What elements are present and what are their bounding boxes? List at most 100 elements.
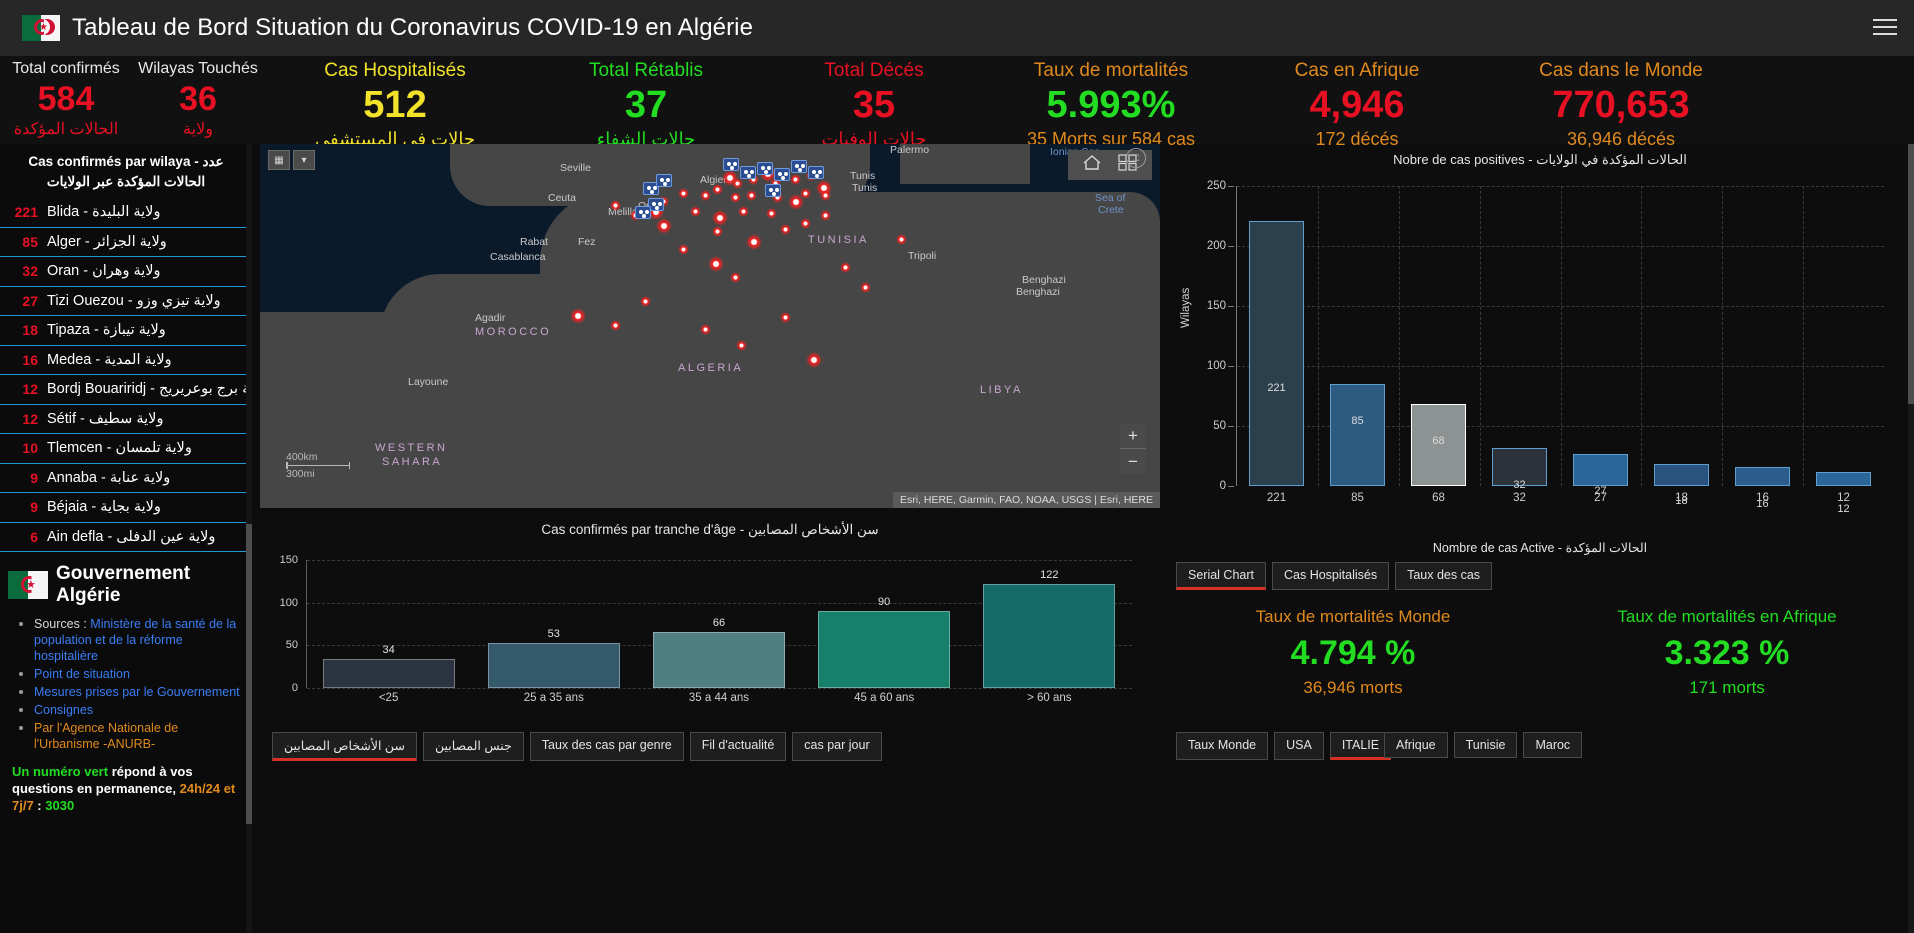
- age-chart-bar-group[interactable]: 122: [983, 560, 1116, 688]
- africa-rate-tabs[interactable]: Afrique Tunisie Maroc: [1384, 732, 1583, 758]
- wilaya-chart-bar-group[interactable]: 221: [1236, 186, 1317, 486]
- map-case-dot[interactable]: [656, 218, 672, 234]
- map-case-dot[interactable]: [840, 262, 851, 273]
- map-case-dot[interactable]: [790, 174, 801, 185]
- map-case-dot[interactable]: [610, 200, 621, 211]
- wilaya-chart-tab[interactable]: Taux des cas: [1395, 562, 1493, 590]
- government-link-item[interactable]: Consignes: [34, 702, 246, 718]
- age-chart-bar[interactable]: [487, 642, 620, 688]
- map-case-dot[interactable]: [570, 308, 586, 324]
- age-chart-bar[interactable]: [983, 583, 1116, 688]
- map-case-dot[interactable]: [712, 184, 723, 195]
- map-case-dot[interactable]: [738, 206, 749, 217]
- map-cluster-marker[interactable]: [740, 166, 756, 179]
- map-cluster-marker[interactable]: [723, 158, 739, 171]
- wilaya-list-item[interactable]: 85 Alger - ولاية الجزائر: [0, 228, 252, 257]
- wilaya-chart-bar-group[interactable]: 27: [1560, 186, 1641, 497]
- age-chart-bar[interactable]: [818, 611, 951, 688]
- map-case-dot[interactable]: [896, 234, 907, 245]
- map-case-dot[interactable]: [730, 192, 741, 203]
- wilaya-chart-bar-group[interactable]: 12: [1803, 186, 1884, 515]
- home-icon[interactable]: [1082, 154, 1102, 176]
- wilaya-list-item[interactable]: 9 Béjaia - ولاية بجاية: [0, 493, 252, 523]
- wilaya-chart-bar-group[interactable]: 68: [1398, 186, 1479, 486]
- age-chart-tab[interactable]: سن الأشخاص المصابين: [272, 732, 417, 761]
- map-case-dot[interactable]: [678, 188, 689, 199]
- government-link[interactable]: Par l'Agence Nationale de l'Urbanisme -A…: [34, 721, 178, 751]
- wilaya-list-item[interactable]: 12 Sétif - ولاية سطيف: [0, 405, 252, 434]
- wilaya-chart-tab[interactable]: Cas Hospitalisés: [1272, 562, 1390, 590]
- map-toolbar-right[interactable]: ⛶: [1068, 148, 1152, 180]
- map-case-dot[interactable]: [700, 190, 711, 201]
- map-case-dot[interactable]: [708, 256, 724, 272]
- map-toolbar-left[interactable]: ▦ ▾: [268, 150, 315, 170]
- age-chart-bar[interactable]: [322, 659, 455, 688]
- africa-rate-tab[interactable]: Afrique: [1384, 732, 1448, 758]
- age-chart-tab[interactable]: Taux des cas par genre: [529, 732, 684, 761]
- map-case-dot[interactable]: [766, 208, 777, 219]
- map-case-dot[interactable]: [678, 244, 689, 255]
- map-cluster-marker[interactable]: [791, 160, 807, 173]
- sidebar-scrollbar[interactable]: [246, 144, 252, 933]
- map-cluster-marker[interactable]: [635, 206, 651, 219]
- wilaya-chart-bar-group[interactable]: 16: [1722, 186, 1803, 510]
- wilaya-chart-bar[interactable]: 221: [1248, 220, 1305, 486]
- wilaya-chart-tab[interactable]: Serial Chart: [1176, 562, 1266, 590]
- wilaya-list-item[interactable]: 16 Medea - ولاية المدية: [0, 346, 252, 375]
- map-cluster-marker[interactable]: [656, 174, 672, 187]
- wilaya-chart-bar[interactable]: 18: [1653, 464, 1710, 507]
- map-case-dot[interactable]: [746, 234, 762, 250]
- wilaya-list-item[interactable]: 18 Tipaza - ولاية تيبازة: [0, 316, 252, 346]
- map-case-dot[interactable]: [820, 210, 831, 221]
- wilaya-list-item[interactable]: 6 Ain defla - ولاية عين الدفلى: [0, 523, 252, 552]
- world-rate-tabs[interactable]: Taux Monde USA ITALIE: [1176, 732, 1392, 760]
- map-case-dot[interactable]: [712, 226, 723, 237]
- right-panel-scrollbar[interactable]: [1908, 144, 1914, 933]
- map-case-dot[interactable]: [610, 320, 621, 331]
- age-chart-bar[interactable]: [652, 631, 786, 688]
- wilaya-chart-bar[interactable]: 27: [1572, 453, 1629, 497]
- world-rate-tab[interactable]: Taux Monde: [1176, 732, 1269, 760]
- wilaya-chart-bar-group[interactable]: 85: [1317, 186, 1398, 486]
- map-case-dot[interactable]: [780, 224, 791, 235]
- world-rate-tab[interactable]: ITALIE: [1329, 732, 1392, 760]
- age-chart-bar-group[interactable]: 66: [652, 560, 786, 688]
- wilaya-list-item[interactable]: 10 Tlemcen - ولاية تلمسان: [0, 434, 252, 464]
- map-case-dot[interactable]: [736, 340, 747, 351]
- map-case-dot[interactable]: [712, 210, 728, 226]
- map-case-dot[interactable]: [806, 352, 822, 368]
- map-zoom-controls[interactable]: + −: [1120, 424, 1146, 474]
- expand-icon[interactable]: ⛶: [1126, 148, 1146, 168]
- wilaya-list-item[interactable]: 9 Annaba - ولاية عنابة: [0, 464, 252, 493]
- age-chart-tab[interactable]: جنس المصابين: [422, 732, 524, 761]
- map-case-dot[interactable]: [700, 324, 711, 335]
- chevron-down-icon[interactable]: ▾: [293, 150, 315, 170]
- map-case-dot[interactable]: [800, 188, 811, 199]
- age-chart-bar-group[interactable]: 90: [818, 560, 951, 688]
- map-cluster-marker[interactable]: [808, 166, 824, 179]
- map-cluster-marker[interactable]: [765, 184, 781, 197]
- age-chart-bar-group[interactable]: 34: [322, 560, 455, 688]
- government-link[interactable]: Consignes: [34, 703, 93, 717]
- government-link-item[interactable]: Par l'Agence Nationale de l'Urbanisme -A…: [34, 720, 246, 752]
- wilaya-chart-bar-group[interactable]: 32: [1479, 186, 1560, 491]
- map-case-dot[interactable]: [690, 206, 701, 217]
- wilaya-chart-bar[interactable]: 16: [1734, 466, 1791, 510]
- wilaya-chart-bar[interactable]: 32: [1491, 447, 1548, 491]
- zoom-in-button[interactable]: +: [1120, 424, 1146, 449]
- wilaya-list-item[interactable]: 221 Blida - ولاية البليدة: [0, 198, 252, 228]
- wilaya-list-item[interactable]: 27 Tizi Ouezou - ولاية تيزي وزو: [0, 287, 252, 316]
- map-widget[interactable]: Seville Ceuta Melilla Rabat Fez Casablanca Aga…: [260, 144, 1160, 508]
- layers-icon[interactable]: ▦: [268, 150, 290, 170]
- wilaya-chart-tabs[interactable]: Serial Chart Cas Hospitalisés Taux des cas: [1176, 562, 1493, 590]
- map-case-dot[interactable]: [860, 282, 871, 293]
- wilaya-list-item[interactable]: 12 Bordj Bouariridj - ولاية برج بوعريريج: [0, 375, 252, 405]
- world-rate-tab[interactable]: USA: [1274, 732, 1324, 760]
- government-link-item[interactable]: Sources : Ministère de la santé de la po…: [34, 616, 246, 664]
- map-case-dot[interactable]: [732, 178, 743, 189]
- wilaya-list-item[interactable]: 32 Oran - ولاية وهران: [0, 257, 252, 287]
- age-chart-tabs[interactable]: سن الأشخاص المصابين جنس المصابين Taux des …: [272, 732, 882, 761]
- map-case-dot[interactable]: [820, 190, 831, 201]
- government-link-item[interactable]: Point de situation: [34, 666, 246, 682]
- map-case-dot[interactable]: [780, 312, 791, 323]
